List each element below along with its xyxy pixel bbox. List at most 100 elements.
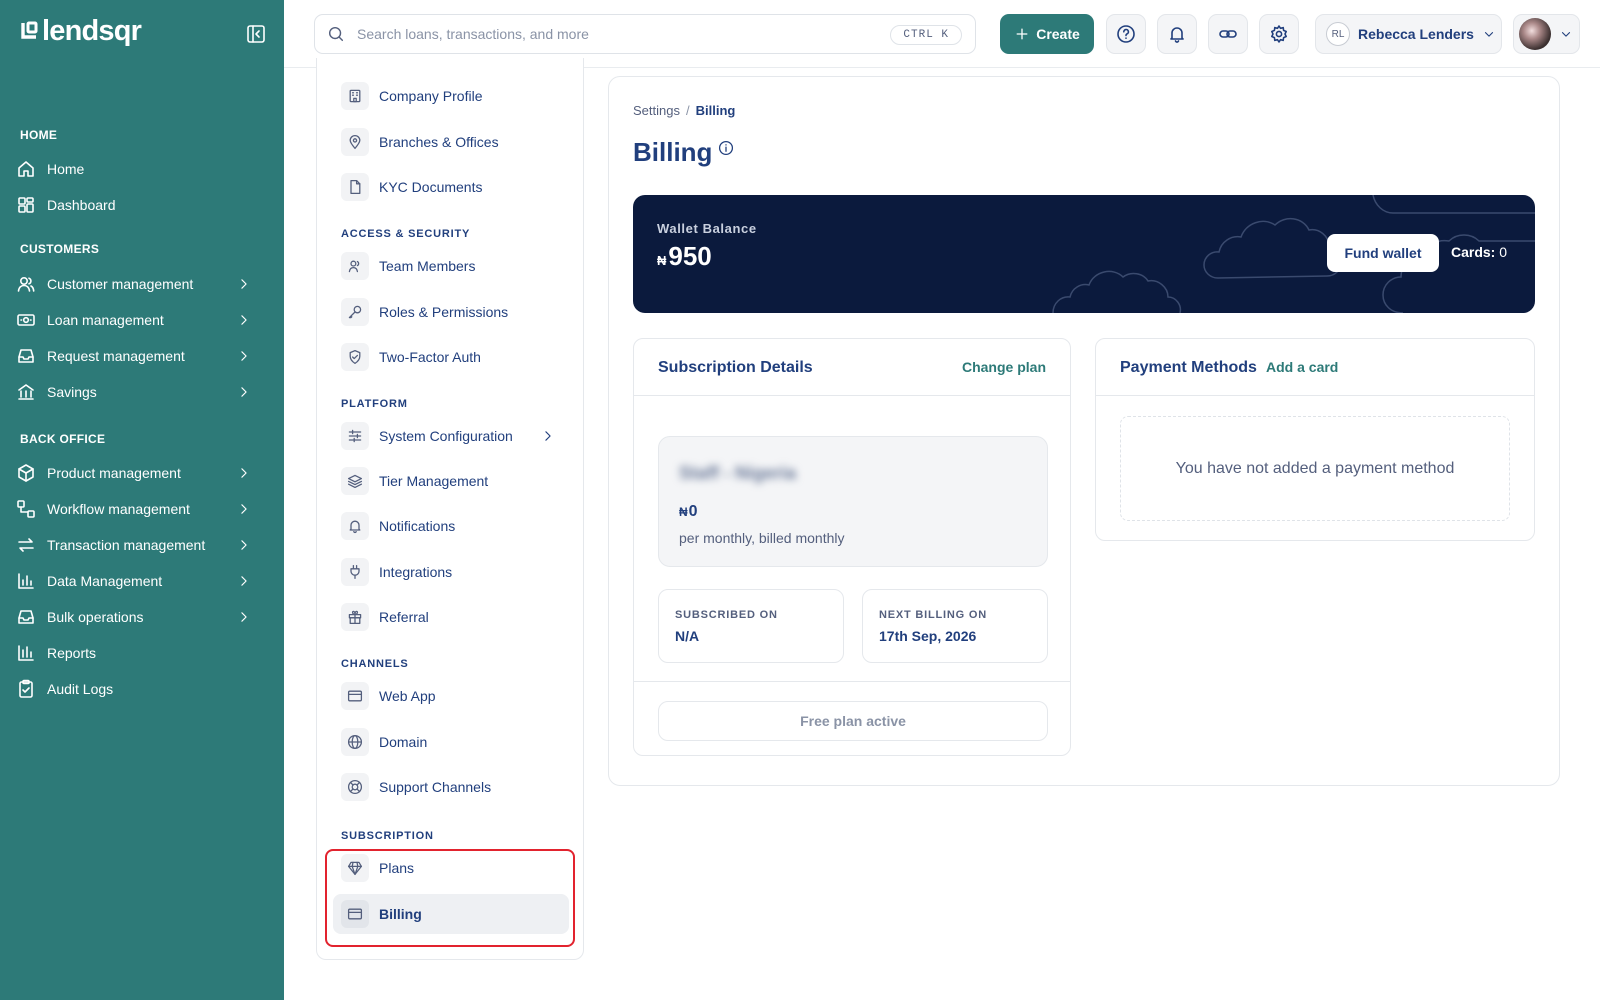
settings-item-system-config[interactable]: System Configuration <box>333 416 569 456</box>
money-icon <box>17 314 35 326</box>
search-bar[interactable]: CTRL K <box>314 14 976 54</box>
account-switcher[interactable]: RL Rebecca Lenders <box>1315 14 1502 54</box>
nav-reports[interactable]: Reports <box>16 637 274 669</box>
payment-empty-state: You have not added a payment method <box>1120 416 1510 521</box>
settings-item-company-profile[interactable]: Company Profile <box>333 76 569 116</box>
settings-item-label: Billing <box>379 906 422 922</box>
settings-item-web-app[interactable]: Web App <box>333 676 569 716</box>
settings-item-2fa[interactable]: Two-Factor Auth <box>333 337 569 377</box>
settings-item-team-members[interactable]: Team Members <box>333 246 569 286</box>
settings-group-platform: PLATFORM <box>341 398 408 410</box>
building-icon-box <box>341 82 369 110</box>
box-icon <box>18 464 34 482</box>
profile-menu[interactable] <box>1513 14 1580 54</box>
settings-item-label: Web App <box>379 688 436 704</box>
link-button[interactable] <box>1208 14 1248 54</box>
settings-item-kyc[interactable]: KYC Documents <box>333 167 569 207</box>
brand-logo[interactable]: lendsqr <box>20 17 142 46</box>
lifebuoy-icon <box>347 779 363 795</box>
browser-icon <box>347 690 363 702</box>
nav-dashboard[interactable]: Dashboard <box>16 189 274 221</box>
settings-item-label: Support Channels <box>379 779 492 795</box>
payment-methods-card: Payment Methods Add a card You have not … <box>1095 338 1535 541</box>
settings-item-plans[interactable]: Plans <box>333 848 569 888</box>
stat-label: SUBSCRIBED ON <box>675 609 778 621</box>
help-button[interactable] <box>1106 14 1146 54</box>
layers-icon-box <box>341 467 369 495</box>
nav-label: Reports <box>47 645 97 661</box>
info-icon[interactable] <box>718 140 734 156</box>
chevron-right-icon <box>241 576 247 586</box>
nav-bulk-operations[interactable]: Bulk operations <box>16 601 274 633</box>
breadcrumb: Settings / Billing <box>633 103 735 118</box>
gift-icon <box>348 610 362 625</box>
free-plan-active-button[interactable]: Free plan active <box>658 701 1048 741</box>
plan-summary: Staff - Nigeria ₦ 0 per monthly, billed … <box>658 436 1048 567</box>
nav-label: Loan management <box>47 312 164 328</box>
settings-item-label: Company Profile <box>379 88 483 104</box>
nav-request-management[interactable]: Request management <box>16 340 274 372</box>
search-input[interactable] <box>357 26 857 42</box>
sliders-icon <box>348 429 362 443</box>
chevron-right-icon <box>241 468 247 478</box>
settings-nav: Company Profile Branches & Offices KYC D… <box>316 58 584 960</box>
bar-chart-icon <box>18 573 34 589</box>
diamond-icon <box>347 861 363 876</box>
notifications-button[interactable] <box>1157 14 1197 54</box>
chevron-right-icon <box>241 351 247 361</box>
chevron-down-icon <box>1561 32 1571 37</box>
nav-audit-logs[interactable]: Audit Logs <box>16 673 274 705</box>
transfer-icon <box>18 538 34 552</box>
add-card-link[interactable]: Add a card <box>1266 359 1338 375</box>
settings-item-billing[interactable]: Billing <box>333 894 569 934</box>
settings-item-domain[interactable]: Domain <box>333 722 569 762</box>
key-icon <box>348 305 362 319</box>
settings-item-label: Roles & Permissions <box>379 304 509 320</box>
layers-icon <box>347 474 363 489</box>
settings-group-access: ACCESS & SECURITY <box>341 228 471 240</box>
nav-label: Bulk operations <box>47 609 144 625</box>
settings-item-label: Tier Management <box>379 473 489 489</box>
cards-value: 0 <box>1499 244 1508 260</box>
lendsqr-logo-icon <box>21 21 38 39</box>
create-button[interactable]: Create <box>1000 14 1094 54</box>
settings-item-label: Team Members <box>379 258 476 274</box>
workflow-icon <box>17 500 35 518</box>
chevron-right-icon <box>241 504 247 514</box>
nav-data-management[interactable]: Data Management <box>16 565 274 597</box>
nav-savings[interactable]: Savings <box>16 376 274 408</box>
nav-workflow-management[interactable]: Workflow management <box>16 493 274 525</box>
browser-icon-box <box>341 682 369 710</box>
breadcrumb-settings[interactable]: Settings <box>633 103 680 118</box>
settings-group-channels: CHANNELS <box>341 658 409 670</box>
settings-button[interactable] <box>1259 14 1299 54</box>
nav-label: Data Management <box>47 573 163 589</box>
nav-product-management[interactable]: Product management <box>16 457 274 489</box>
nav-label: Savings <box>47 384 97 400</box>
chevron-right-icon <box>545 431 551 441</box>
avatar <box>1519 18 1551 50</box>
plug-icon-box <box>341 558 369 586</box>
chevron-right-icon <box>241 540 247 550</box>
gear-icon <box>1271 25 1287 43</box>
nav-customer-management[interactable]: Customer management <box>16 268 274 300</box>
nav-label: Request management <box>47 348 185 364</box>
nav-home[interactable]: Home <box>16 153 274 185</box>
chevron-right-icon <box>241 612 247 622</box>
settings-item-integrations[interactable]: Integrations <box>333 552 569 592</box>
nav-transaction-management[interactable]: Transaction management <box>16 529 274 561</box>
settings-item-tier[interactable]: Tier Management <box>333 461 569 501</box>
fund-wallet-button[interactable]: Fund wallet <box>1327 234 1439 272</box>
users-icon-box <box>341 252 369 280</box>
nav-loan-management[interactable]: Loan management <box>16 304 274 336</box>
change-plan-link[interactable]: Change plan <box>962 359 1046 375</box>
collapse-sidebar-icon[interactable] <box>246 24 266 44</box>
nav-label: Workflow management <box>47 501 190 517</box>
settings-item-roles[interactable]: Roles & Permissions <box>333 292 569 332</box>
settings-item-support-channels[interactable]: Support Channels <box>333 767 569 807</box>
next-billing-stat: NEXT BILLING ON 17th Sep, 2026 <box>862 589 1048 663</box>
settings-item-referral[interactable]: Referral <box>333 597 569 637</box>
settings-item-branches[interactable]: Branches & Offices <box>333 122 569 162</box>
settings-item-notifications[interactable]: Notifications <box>333 506 569 546</box>
plan-name: Staff - Nigeria <box>679 463 797 483</box>
